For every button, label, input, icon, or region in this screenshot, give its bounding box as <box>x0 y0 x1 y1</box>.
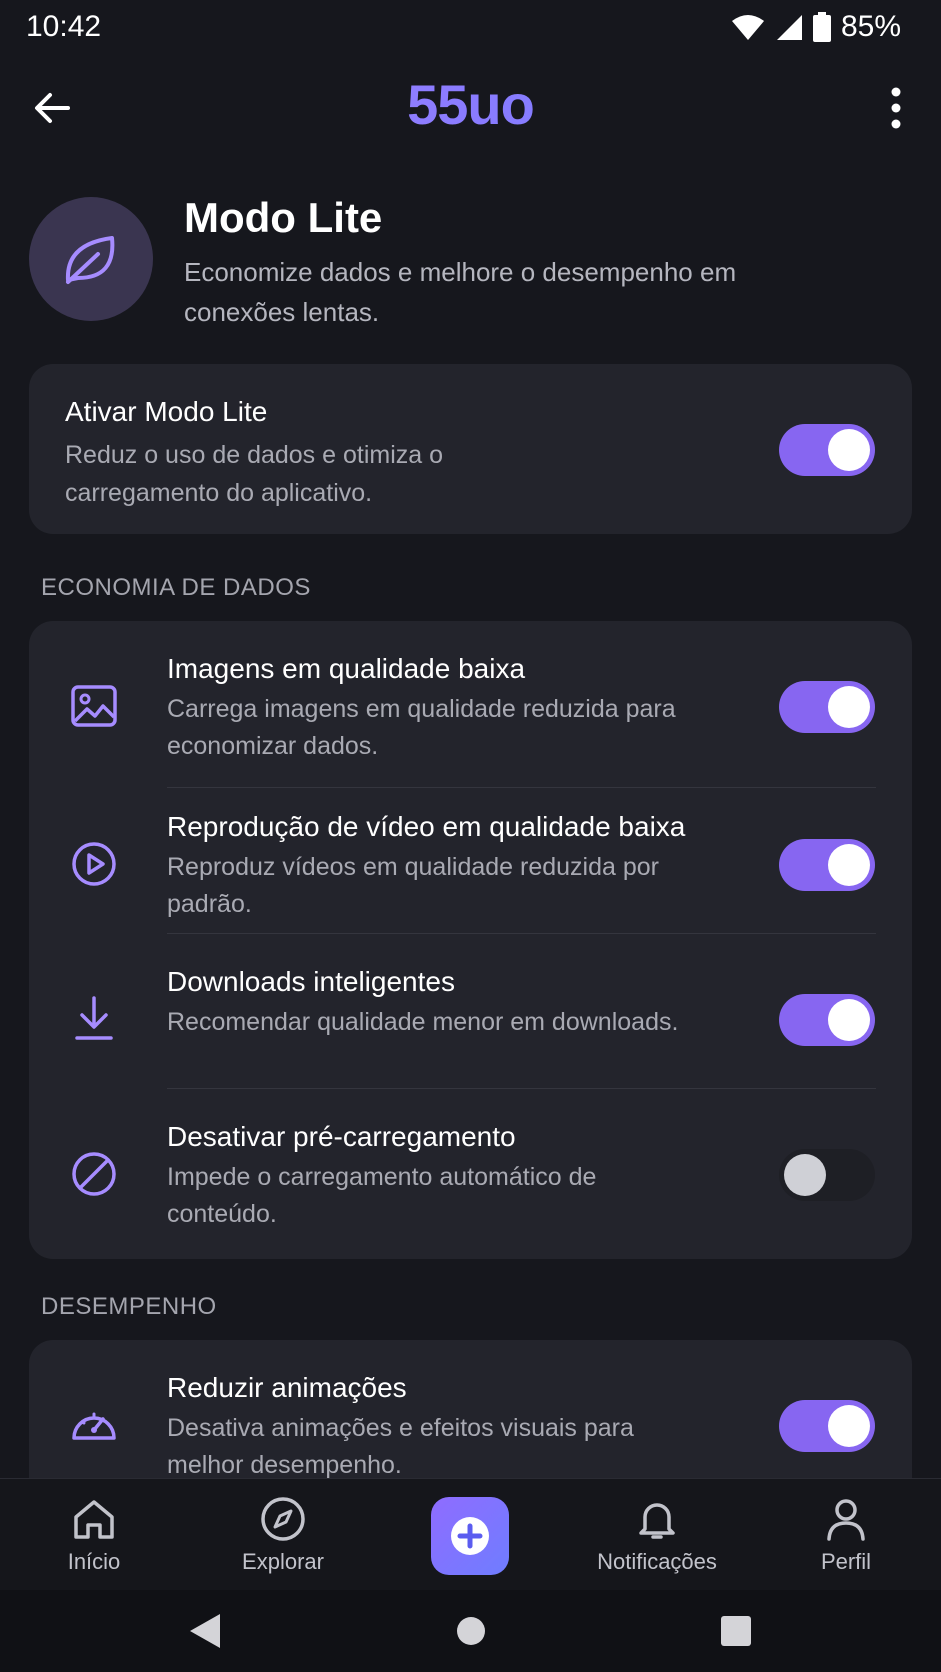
create-post-button[interactable] <box>431 1497 509 1575</box>
setting-title: Downloads inteligentes <box>167 966 455 997</box>
system-navigation-bar <box>0 1590 941 1672</box>
setting-title: Reprodução de vídeo em qualidade baixa <box>167 811 686 842</box>
status-icons: 85% <box>731 10 901 44</box>
page-header: Modo Lite Economize dados e melhore o de… <box>0 180 941 340</box>
setting-description: Impede o carregamento automático de cont… <box>167 1163 597 1228</box>
bell-icon <box>639 1503 675 1539</box>
nav-label: Início <box>67 1549 121 1574</box>
system-home-icon[interactable] <box>456 1616 486 1646</box>
disable-preload-toggle[interactable] <box>779 1149 875 1201</box>
app-logo-title: 55uo <box>0 72 941 137</box>
setting-row-reduce-animations: Reduzir animações Desativa animações e e… <box>29 1340 912 1494</box>
setting-title: Reduzir animações <box>167 1372 407 1403</box>
setting-row-low-quality-images: Imagens em qualidade baixa Carrega image… <box>29 621 912 788</box>
setting-description: Carrega imagens em qualidade reduzida pa… <box>167 695 676 760</box>
nav-item-home[interactable]: Início <box>14 1479 174 1591</box>
section-label-performance: DESEMPENHO <box>41 1293 217 1320</box>
low-quality-images-toggle[interactable] <box>779 681 875 733</box>
setting-description: Reproduz vídeos em qualidade reduzida po… <box>167 853 659 918</box>
system-back-icon[interactable] <box>188 1612 222 1650</box>
setting-row-low-quality-video: Reprodução de vídeo em qualidade baixa R… <box>29 779 912 934</box>
image-icon <box>71 685 117 727</box>
smart-downloads-toggle[interactable] <box>779 994 875 1046</box>
block-icon <box>72 1152 116 1196</box>
user-icon <box>827 1499 865 1541</box>
play-circle-icon <box>72 842 116 886</box>
compass-icon <box>261 1497 305 1541</box>
low-quality-video-toggle[interactable] <box>779 839 875 891</box>
home-icon <box>74 1500 114 1539</box>
nav-label: Notificações <box>597 1549 717 1574</box>
download-icon <box>75 996 113 1040</box>
setting-row-smart-downloads: Downloads inteligentes Recomendar qualid… <box>29 934 912 1089</box>
lite-mode-title: Ativar Modo Lite <box>65 396 268 427</box>
plus-circle-icon <box>451 1517 489 1555</box>
reduce-animations-toggle[interactable] <box>779 1400 875 1452</box>
lite-mode-description: Reduz o uso de dados e otimiza o carrega… <box>65 441 444 507</box>
nav-item-profile[interactable]: Perfil <box>766 1479 926 1591</box>
battery-percentage: 85% <box>840 10 901 43</box>
status-bar: 10:42 85% <box>0 0 941 56</box>
wifi-icon <box>731 15 764 40</box>
data-saving-card: Imagens em qualidade baixa Carrega image… <box>29 621 912 1259</box>
nav-item-notifications[interactable]: Notificações <box>577 1479 737 1591</box>
setting-title: Desativar pré-carregamento <box>167 1121 516 1152</box>
system-recents-icon[interactable] <box>720 1615 752 1647</box>
page-title: Modo Lite <box>184 194 383 241</box>
setting-title: Imagens em qualidade baixa <box>167 653 526 684</box>
page-description: Economize dados e melhore o desempenho e… <box>184 257 737 327</box>
section-label-data-saving: ECONOMIA DE DADOS <box>41 574 311 601</box>
setting-description: Desativa animações e efeitos visuais par… <box>167 1414 634 1479</box>
leaf-icon <box>65 236 115 284</box>
speedometer-icon <box>72 1412 116 1440</box>
battery-icon <box>812 12 831 42</box>
nav-label: Perfil <box>820 1549 872 1574</box>
more-options-icon[interactable] <box>881 84 911 132</box>
lite-mode-toggle[interactable] <box>779 424 875 476</box>
bottom-navigation: Início Explorar Notificações Perfil <box>0 1478 941 1591</box>
app-bar: 55uo <box>0 56 941 156</box>
header-icon-badge <box>29 197 153 321</box>
setting-row-disable-preload: Desativar pré-carregamento Impede o carr… <box>29 1089 912 1243</box>
setting-description: Recomendar qualidade menor em downloads. <box>167 1008 679 1036</box>
nav-label: Explorar <box>242 1549 324 1574</box>
lite-mode-card: Ativar Modo Lite Reduz o uso de dados e … <box>29 364 912 534</box>
nav-item-explore[interactable]: Explorar <box>203 1479 363 1591</box>
cellular-signal-icon <box>776 15 802 40</box>
status-time: 10:42 <box>26 10 102 43</box>
